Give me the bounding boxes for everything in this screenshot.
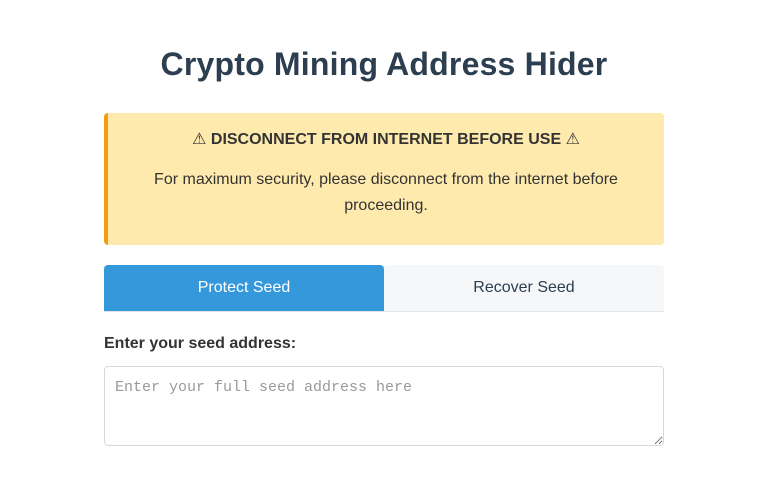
tab-protect-seed[interactable]: Protect Seed	[104, 265, 384, 311]
warning-box: ⚠ DISCONNECT FROM INTERNET BEFORE USE ⚠ …	[104, 113, 664, 245]
page-title: Crypto Mining Address Hider	[160, 46, 608, 82]
tab-recover-seed[interactable]: Recover Seed	[384, 265, 664, 311]
seed-address-input[interactable]	[104, 366, 664, 446]
seed-address-label: Enter your seed address:	[104, 335, 297, 352]
warning-heading: ⚠ DISCONNECT FROM INTERNET BEFORE USE ⚠	[192, 131, 580, 148]
tab-bar: Protect Seed Recover Seed	[104, 265, 664, 312]
warning-text: For maximum security, please disconnect …	[154, 171, 618, 214]
